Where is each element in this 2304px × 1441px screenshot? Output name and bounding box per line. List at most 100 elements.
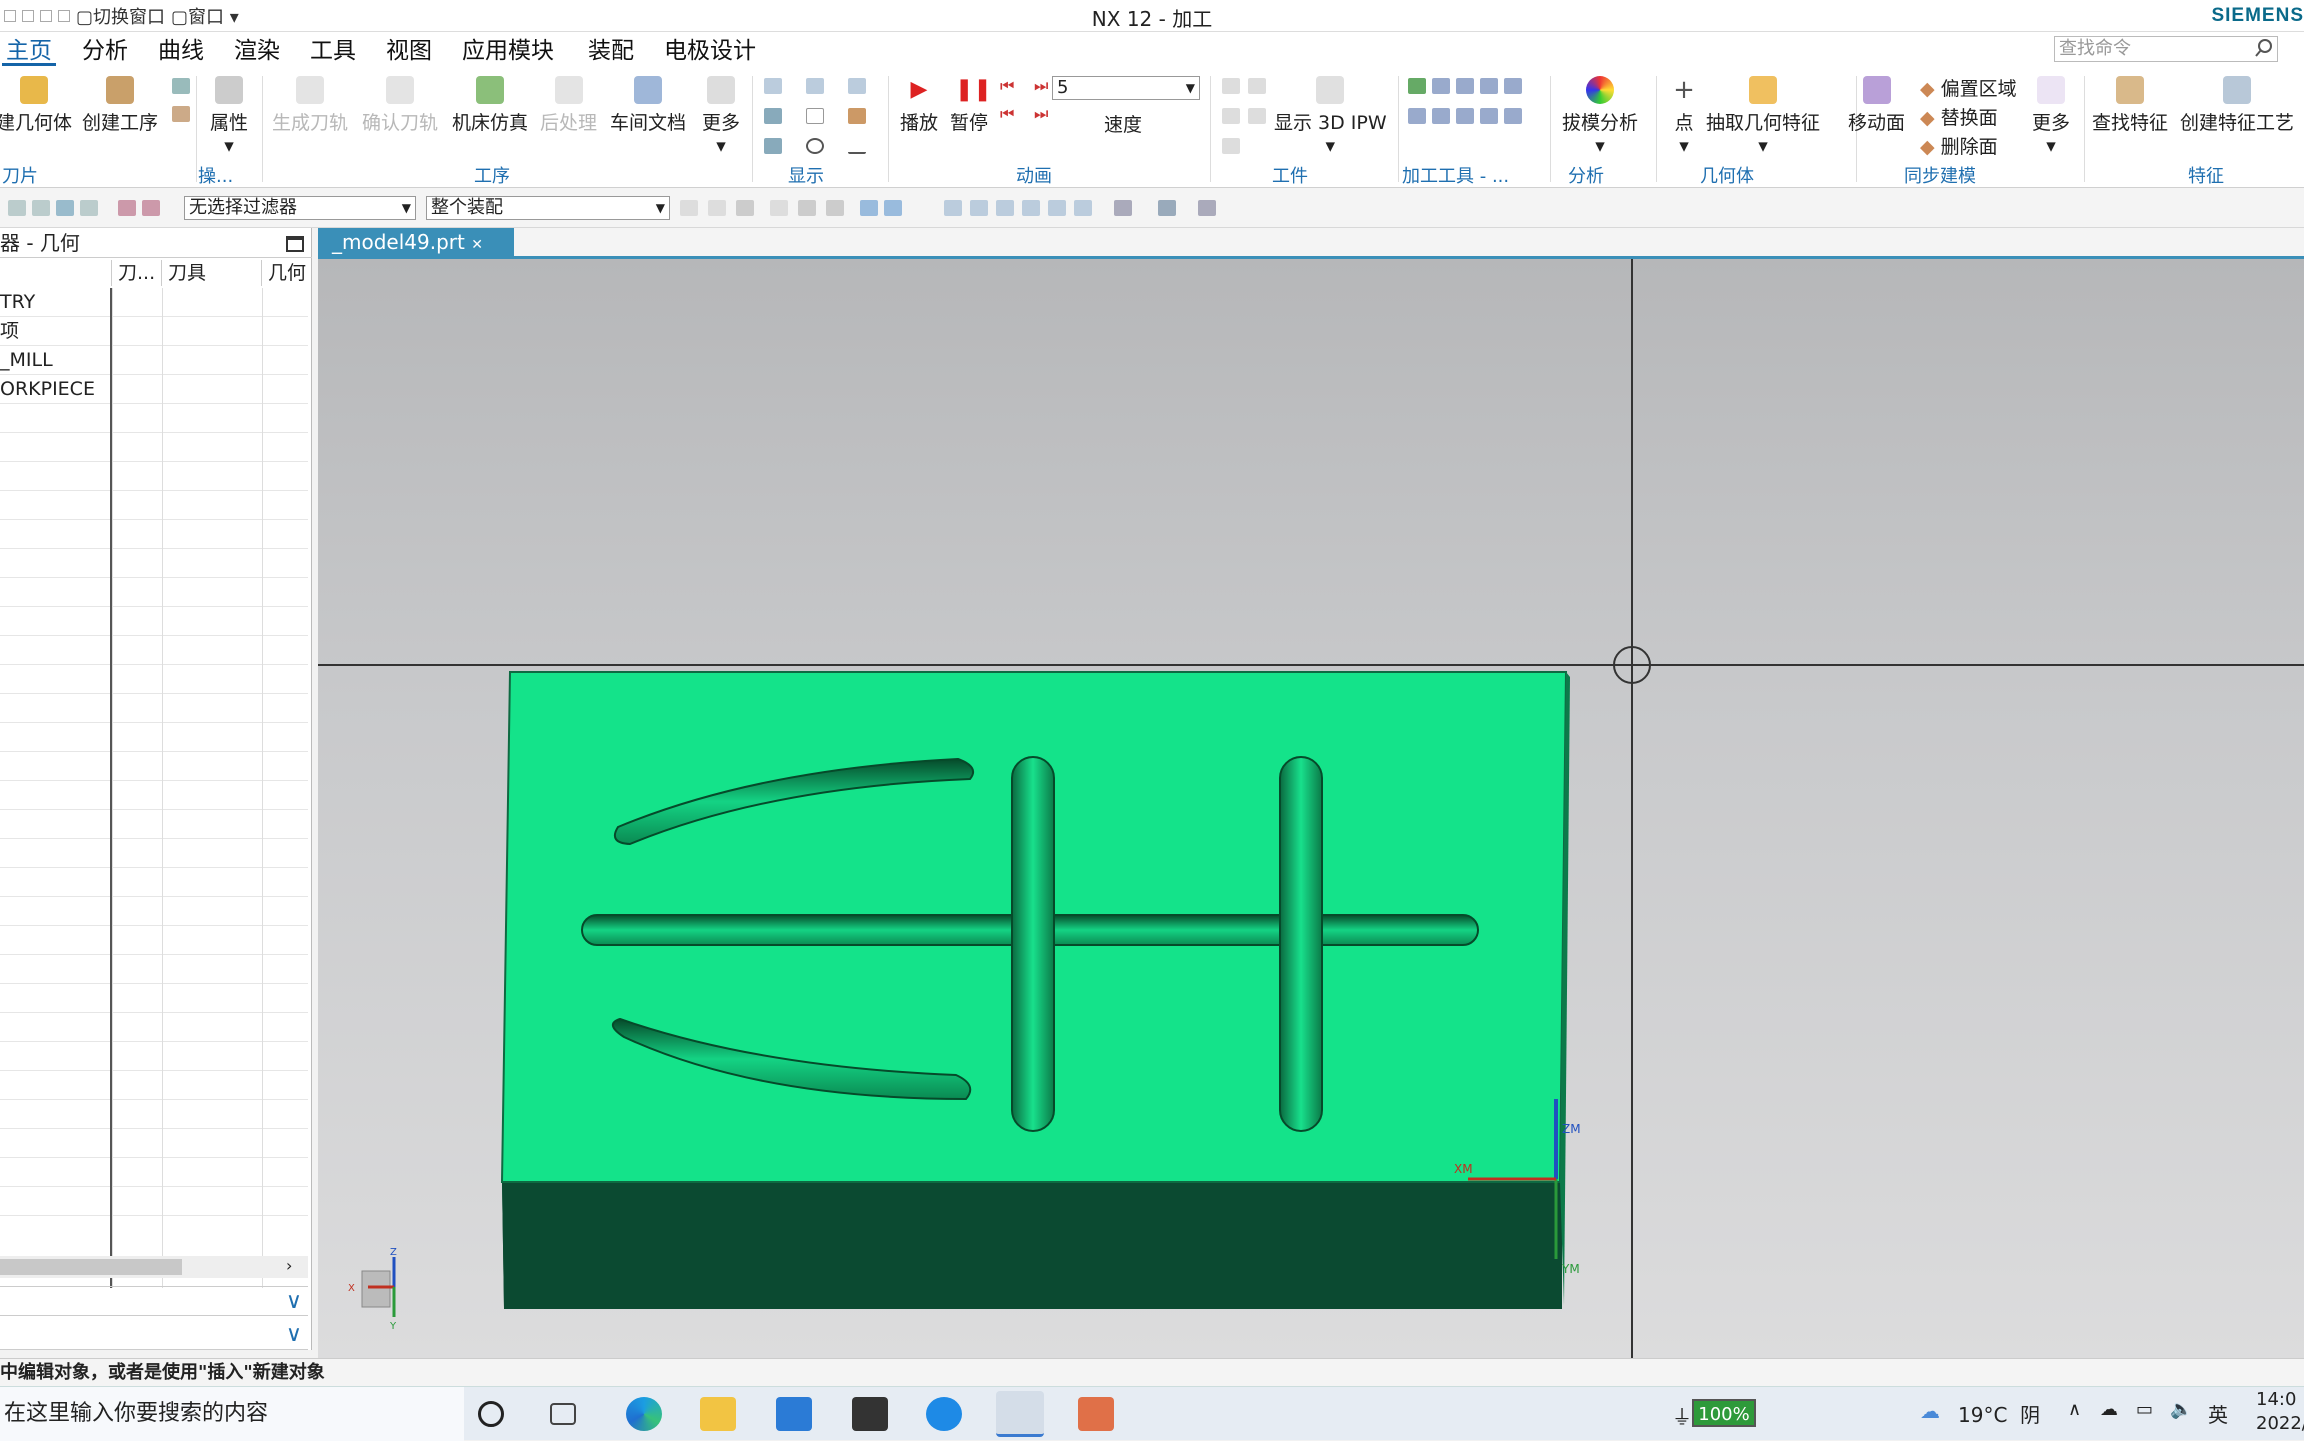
mail-icon[interactable] <box>776 1397 812 1431</box>
store-icon[interactable] <box>852 1397 888 1431</box>
snap-icon[interactable] <box>770 200 788 216</box>
move-face-button[interactable]: 移动面 <box>1848 76 1905 135</box>
machining-tool-icon[interactable] <box>1480 78 1498 94</box>
point-icon[interactable] <box>806 138 824 154</box>
create-feature-process-button[interactable]: 创建特征工艺 <box>2180 76 2294 135</box>
tab-curve[interactable]: 曲线 <box>154 36 208 66</box>
chevron-up-icon[interactable]: ∧ <box>2068 1399 2081 1420</box>
tab-render[interactable]: 渲染 <box>230 36 284 66</box>
display-option-icon[interactable] <box>764 138 782 154</box>
selection-icon[interactable] <box>8 200 26 216</box>
snap-icon[interactable] <box>884 200 902 216</box>
rewind-icon[interactable]: ⏮ <box>1000 104 1014 124</box>
details-section[interactable]: ∨ <box>0 1286 308 1316</box>
pause-button[interactable]: ❚❚ 暂停 <box>950 76 992 135</box>
assembly-scope-select[interactable]: 整个装配 ▼ <box>426 196 670 220</box>
nx-app-icon[interactable] <box>996 1391 1044 1437</box>
extract-geometry-button[interactable]: 抽取几何特征 ▾ <box>1706 76 1820 157</box>
more-operation-button[interactable]: 更多 ▾ <box>702 76 740 157</box>
selection-icon[interactable] <box>142 200 160 216</box>
machining-tool-icon[interactable] <box>1408 108 1426 124</box>
group-sync-modeling[interactable]: 同步建模 <box>1904 162 1976 188</box>
display-option-icon[interactable] <box>764 108 782 124</box>
more-sync-button[interactable]: 更多 ▾ <box>2032 76 2070 157</box>
display-option-icon[interactable] <box>764 78 782 94</box>
close-icon[interactable]: ✕ <box>471 237 483 253</box>
display-option-icon[interactable] <box>806 78 824 94</box>
display-option-icon[interactable] <box>848 78 866 94</box>
chevron-down-icon[interactable]: ∨ <box>286 1322 302 1347</box>
tab-electrode[interactable]: 电极设计 <box>660 36 760 66</box>
battery-indicator[interactable]: 100% <box>1692 1399 1756 1427</box>
machining-tool-icon[interactable] <box>1432 78 1450 94</box>
column-header[interactable]: 刀具 <box>162 260 262 286</box>
clock-time[interactable]: 14:0 <box>2256 1389 2296 1410</box>
show-3d-ipw-button[interactable]: 显示 3D IPW ▾ <box>1274 76 1387 157</box>
group-tool[interactable]: 刀片 <box>2 162 38 188</box>
machining-tool-icon[interactable] <box>1480 108 1498 124</box>
snap-icon[interactable] <box>708 200 726 216</box>
machining-tool-icon[interactable] <box>1456 108 1474 124</box>
tab-assembly[interactable]: 装配 <box>584 36 638 66</box>
view-icon[interactable] <box>1158 200 1176 216</box>
small-tool-icon[interactable] <box>172 78 190 94</box>
command-search-input[interactable]: 查找命令 <box>2054 36 2278 62</box>
machining-tool-icon[interactable] <box>1432 108 1450 124</box>
fast-forward-icon[interactable]: ⏭ <box>1034 104 1048 124</box>
small-method-icon[interactable] <box>172 106 190 122</box>
create-operation-button[interactable]: 创建工序 <box>82 76 158 135</box>
group-operation[interactable]: 工序 <box>474 162 510 188</box>
maximize-icon[interactable] <box>286 236 304 252</box>
group-geometry[interactable]: 几何体 <box>1700 162 1754 188</box>
chevron-right-icon[interactable]: › <box>286 1256 292 1275</box>
view-icon[interactable] <box>1198 200 1216 216</box>
workpiece-option-icon[interactable] <box>1248 78 1266 94</box>
selection-icon[interactable] <box>56 200 74 216</box>
weather-text[interactable]: 19°C 阴 <box>1958 1399 2040 1428</box>
tab-view[interactable]: 视图 <box>382 36 436 66</box>
volume-icon[interactable]: 🔈 <box>2170 1399 2192 1420</box>
selection-icon[interactable] <box>80 200 98 216</box>
workpiece-option-icon[interactable] <box>1222 78 1240 94</box>
clock-date[interactable]: 2022/ <box>2256 1413 2304 1434</box>
view-icon[interactable] <box>1048 200 1066 216</box>
tab-tools[interactable]: 工具 <box>306 36 360 66</box>
power-plug-icon[interactable]: ⏚ <box>1672 1401 1692 1430</box>
machining-tool-icon[interactable] <box>1504 108 1522 124</box>
line-icon[interactable] <box>848 138 866 154</box>
machine-sim-button[interactable]: 机床仿真 <box>452 76 528 135</box>
point-button[interactable]: + 点 ▾ <box>1670 76 1698 157</box>
model-canvas[interactable]: ZM YM XM X Y Z <box>318 259 2304 1363</box>
workpiece-option-icon[interactable] <box>1222 108 1240 124</box>
network-icon[interactable]: ▭ <box>2136 1399 2153 1420</box>
powerpoint-icon[interactable] <box>1078 1397 1114 1431</box>
generate-path-button[interactable]: 生成刀轨 <box>272 76 348 135</box>
snap-icon[interactable] <box>736 200 754 216</box>
tab-home[interactable]: 主页 <box>2 36 56 66</box>
view-icon[interactable] <box>970 200 988 216</box>
snap-icon[interactable] <box>798 200 816 216</box>
ime-indicator[interactable]: 英 <box>2208 1399 2228 1428</box>
view-icon[interactable] <box>1022 200 1040 216</box>
offset-region-button[interactable]: ◆ 偏置区域 <box>1920 74 2017 101</box>
play-button[interactable]: ▶ 播放 <box>900 76 938 135</box>
view-icon[interactable] <box>996 200 1014 216</box>
type-filter-select[interactable]: 无选择过滤器 ▼ <box>184 196 416 220</box>
group-feature[interactable]: 特征 <box>2188 162 2224 188</box>
dependencies-section[interactable]: ∨ <box>0 1320 308 1350</box>
snap-icon[interactable] <box>826 200 844 216</box>
speed-select[interactable]: 5 ▼ <box>1052 76 1200 100</box>
onedrive-icon[interactable]: ☁ <box>2100 1399 2118 1420</box>
draft-analysis-button[interactable]: 拔模分析 ▾ <box>1562 76 1638 157</box>
machining-tool-icon[interactable] <box>1408 78 1426 94</box>
view-icon[interactable] <box>1114 200 1132 216</box>
create-geometry-button[interactable]: 建几何体 <box>0 76 72 135</box>
delete-face-button[interactable]: ◆ 删除面 <box>1920 132 1998 159</box>
column-header[interactable]: 刀... <box>112 260 162 286</box>
scrollbar-thumb[interactable] <box>0 1259 182 1275</box>
graphics-viewport[interactable]: ZM YM XM X Y Z <box>318 256 2304 1363</box>
verify-path-button[interactable]: 确认刀轨 <box>362 76 438 135</box>
selection-icon[interactable] <box>32 200 50 216</box>
replace-face-button[interactable]: ◆ 替换面 <box>1920 103 1998 130</box>
tab-analysis[interactable]: 分析 <box>78 36 132 66</box>
